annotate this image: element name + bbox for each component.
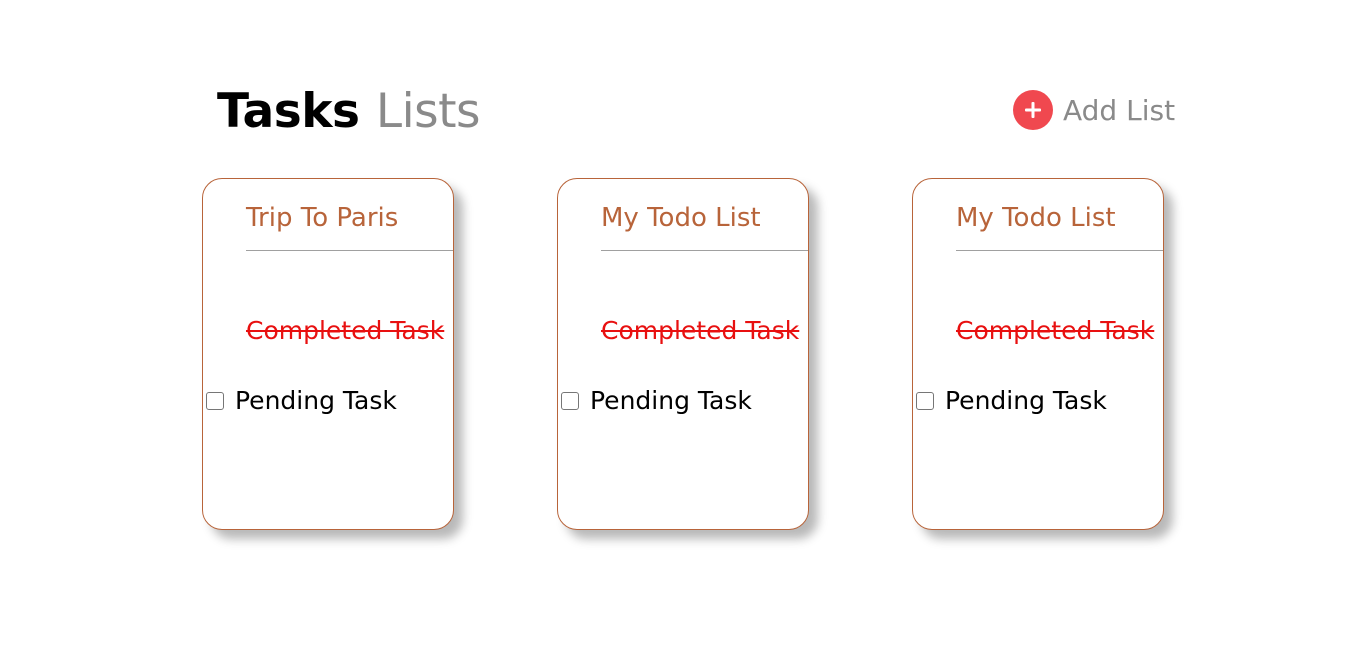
add-list-label[interactable]: Add List [1063, 94, 1175, 127]
add-list-button[interactable]: Add List [1013, 90, 1175, 130]
pending-task-row[interactable]: Pending Task [206, 384, 397, 418]
list-card: My Todo List Completed Task Pending Task [912, 178, 1164, 530]
list-title-divider [246, 250, 453, 251]
pending-task-row[interactable]: Pending Task [916, 384, 1107, 418]
pending-task-row[interactable]: Pending Task [561, 384, 752, 418]
list-title[interactable]: My Todo List [601, 201, 761, 235]
pending-task-label[interactable]: Pending Task [235, 384, 397, 418]
list-title-divider [956, 250, 1163, 251]
completed-task[interactable]: Completed Task [601, 314, 799, 348]
list-title-divider [601, 250, 808, 251]
completed-task[interactable]: Completed Task [246, 314, 444, 348]
page-title-light: Lists [375, 84, 481, 139]
list-title[interactable]: Trip To Paris [246, 201, 398, 235]
pending-task-label[interactable]: Pending Task [945, 384, 1107, 418]
pending-task-checkbox[interactable] [206, 392, 224, 410]
pending-task-checkbox[interactable] [916, 392, 934, 410]
plus-icon[interactable] [1013, 90, 1053, 130]
pending-task-checkbox[interactable] [561, 392, 579, 410]
completed-task[interactable]: Completed Task [956, 314, 1154, 348]
list-card: Trip To Paris Completed Task Pending Tas… [202, 178, 454, 530]
tasks-page: Tasks Lists Add List Trip To Paris Compl… [0, 0, 1365, 655]
page-title-bold: Tasks [217, 84, 360, 139]
page-title: Tasks Lists [217, 82, 481, 142]
list-title[interactable]: My Todo List [956, 201, 1116, 235]
list-card: My Todo List Completed Task Pending Task [557, 178, 809, 530]
pending-task-label[interactable]: Pending Task [590, 384, 752, 418]
